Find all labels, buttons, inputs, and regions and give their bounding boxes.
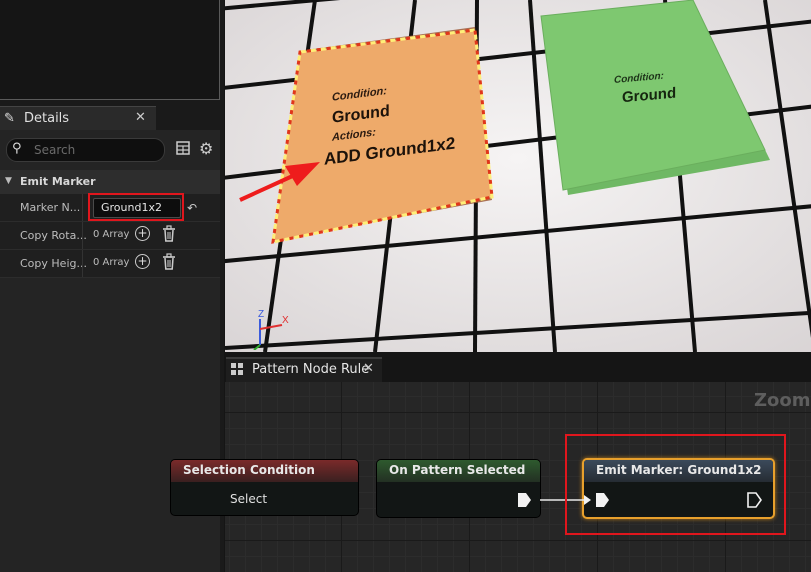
axis-x-label: X [282, 315, 289, 326]
reset-icon[interactable]: ↶ [187, 201, 197, 215]
details-tab[interactable]: ✎ Details ✕ [0, 106, 156, 131]
trash-icon[interactable] [162, 225, 176, 243]
property-name: Marker N... [20, 201, 81, 214]
property-name: Copy Heig... [20, 257, 87, 270]
tab-pattern-node-rule[interactable]: Pattern Node Rule ✕ [226, 357, 382, 384]
collapse-arrow-icon: ▼ [5, 176, 12, 186]
node-header: Selection Condition [171, 460, 358, 482]
column-divider[interactable] [82, 222, 83, 249]
level-viewport[interactable]: Condition: Ground Actions: ADD Ground1x2… [225, 0, 811, 352]
search-icon: ⚲ [12, 141, 22, 156]
column-divider[interactable] [82, 250, 83, 277]
property-row-copy-rotation: Copy Rota... 0 Array + [0, 222, 220, 250]
table-icon[interactable] [176, 141, 190, 155]
zoom-label: Zoom 1 [754, 390, 811, 411]
exec-pin-icon[interactable] [518, 493, 531, 507]
property-name: Copy Rota... [20, 229, 87, 242]
node-selection-condition[interactable]: Selection Condition Select [170, 459, 359, 516]
column-divider[interactable] [82, 194, 83, 221]
section-title: Emit Marker [20, 175, 96, 188]
trash-icon[interactable] [162, 253, 176, 271]
gear-icon[interactable]: ⚙ [199, 139, 213, 158]
highlight-box-marker-name [88, 193, 184, 221]
node-title: Selection Condition [183, 463, 315, 477]
graph-tab-label: Pattern Node Rule [252, 362, 370, 377]
search-placeholder: Search [34, 143, 76, 157]
node-title: On Pattern Selected [389, 463, 526, 477]
property-row-copy-height: Copy Heig... 0 Array + [0, 250, 220, 278]
axis-gizmo: Z X [253, 309, 289, 350]
property-value: 0 Array [93, 257, 130, 268]
highlight-box-emit-marker [565, 434, 786, 535]
add-element-icon[interactable]: + [135, 226, 150, 241]
section-emit-marker[interactable]: ▼ Emit Marker [0, 170, 220, 194]
node-header: On Pattern Selected [377, 460, 540, 482]
close-icon[interactable]: ✕ [135, 110, 146, 125]
pencil-icon: ✎ [4, 111, 15, 126]
viewport-scene: Condition: Ground Actions: ADD Ground1x2… [225, 0, 811, 352]
graph-tab-icon [231, 363, 243, 375]
outliner-area [0, 0, 220, 100]
property-value: 0 Array [93, 229, 130, 240]
search-input[interactable]: ⚲ Search [6, 138, 165, 162]
add-element-icon[interactable]: + [135, 254, 150, 269]
select-pin-label: Select [230, 492, 268, 506]
close-icon[interactable]: ✕ [363, 361, 374, 376]
axis-z-label: Z [258, 309, 264, 320]
details-tab-label: Details [24, 111, 70, 126]
